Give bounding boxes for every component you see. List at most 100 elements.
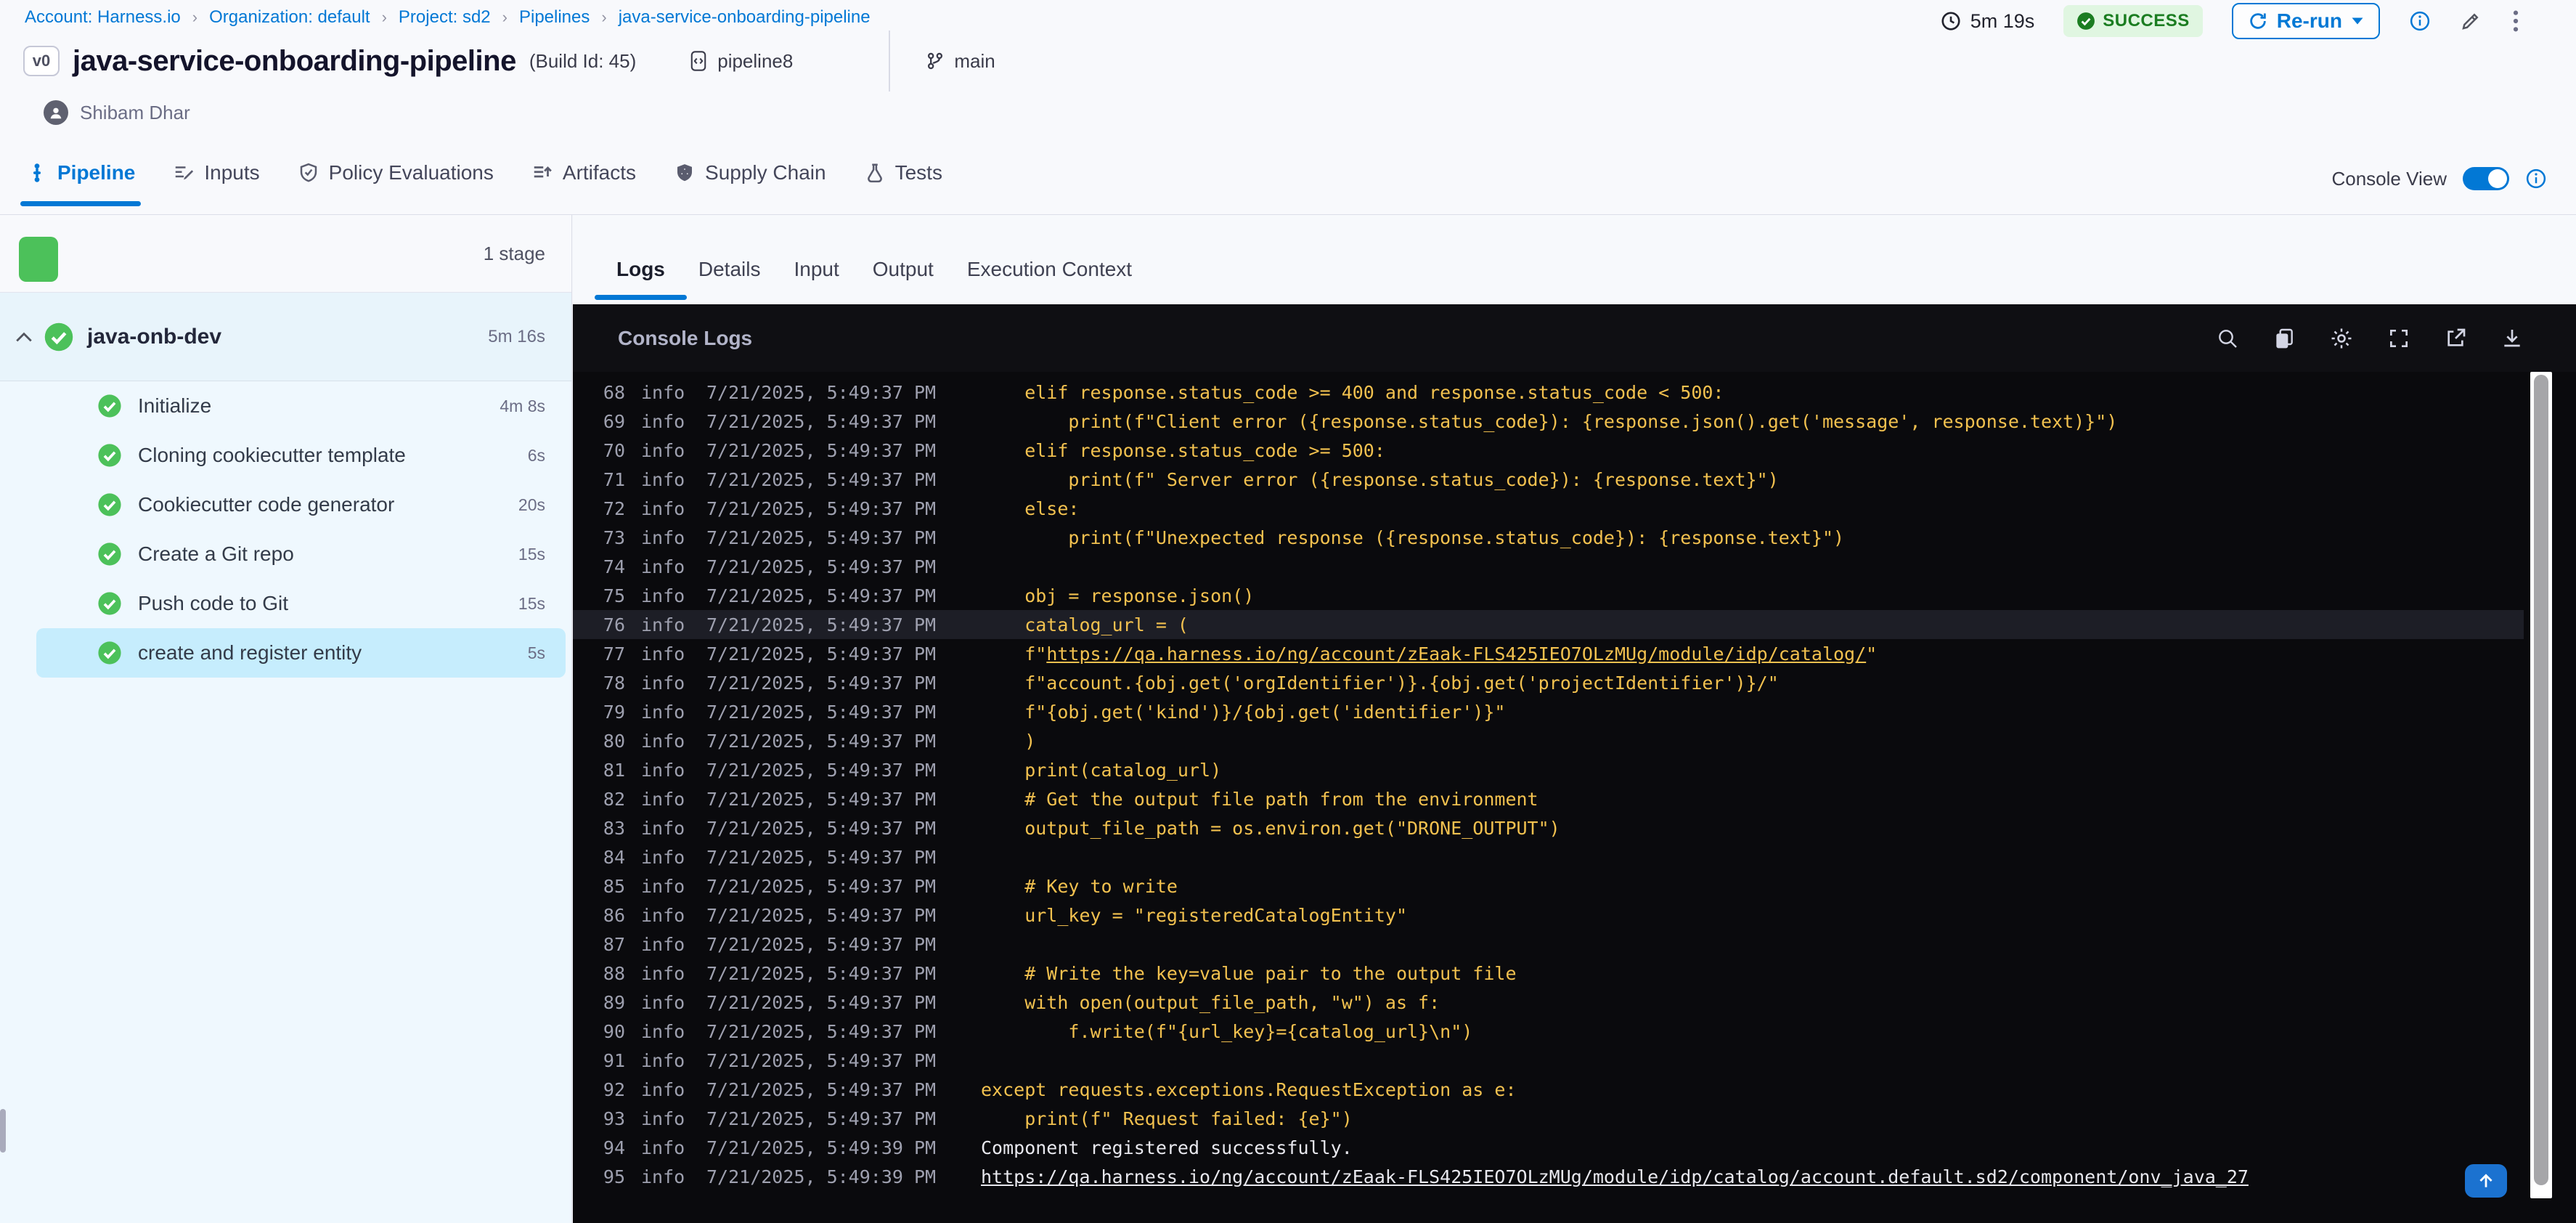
- log-level: info: [641, 759, 685, 781]
- step-row[interactable]: create and register entity 5s: [36, 628, 566, 678]
- console-view-toggle[interactable]: [2463, 167, 2509, 190]
- tab-artifacts[interactable]: Artifacts: [531, 161, 636, 184]
- detail-tab-logs[interactable]: Logs: [595, 258, 687, 304]
- stage-row[interactable]: java-onb-dev 5m 16s: [0, 293, 571, 381]
- detail-tab-input[interactable]: Input: [794, 258, 839, 304]
- log-line-number: 92: [603, 1078, 625, 1100]
- breadcrumb-item[interactable]: Project: sd2: [399, 7, 491, 28]
- log-timestamp: 7/21/2025, 5:49:37 PM: [706, 701, 937, 723]
- log-level: info: [641, 439, 685, 461]
- log-message: print(f" Server error ({response.status_…: [1068, 468, 1779, 490]
- log-level: info: [641, 1020, 685, 1042]
- breadcrumb-item[interactable]: Organization: default: [209, 7, 370, 28]
- log-line-number: 87: [603, 933, 625, 955]
- log-level: info: [641, 1108, 685, 1129]
- log-row: 95 info 7/21/2025, 5:49:39 PM https://qa.ha…: [573, 1162, 2524, 1191]
- stage-success-icon: [44, 322, 74, 352]
- info-icon[interactable]: [2409, 10, 2431, 32]
- refresh-icon: [2248, 11, 2268, 31]
- step-row[interactable]: Initialize 4m 8s: [36, 381, 566, 431]
- step-row[interactable]: Create a Git repo 15s: [36, 529, 566, 579]
- breadcrumb-item[interactable]: Account: Harness.io: [25, 7, 181, 28]
- step-list: Initialize 4m 8s Cloning cookiecutter temp…: [0, 381, 571, 1223]
- tab-pipeline[interactable]: Pipeline: [20, 161, 142, 206]
- detail-tab-output[interactable]: Output: [873, 258, 934, 304]
- branch-ref[interactable]: main: [925, 50, 995, 73]
- fullscreen-icon[interactable]: [2387, 327, 2410, 350]
- log-row: 80 info 7/21/2025, 5:49:37 PM): [573, 726, 2524, 755]
- log-level: info: [641, 962, 685, 984]
- pipeline-ref[interactable]: pipeline8: [688, 50, 793, 73]
- step-row[interactable]: Push code to Git 15s: [36, 579, 566, 628]
- search-icon[interactable]: [2216, 327, 2239, 350]
- avatar: [44, 100, 68, 125]
- step-label: Cloning cookiecutter template: [138, 444, 406, 466]
- tab-inputs[interactable]: Inputs: [173, 161, 260, 184]
- log-level: info: [641, 904, 685, 926]
- author-name: Shibam Dhar: [80, 101, 190, 123]
- log-level: info: [641, 846, 685, 868]
- log-link[interactable]: https://qa.harness.io/ng/account/zEaak-F…: [1046, 643, 1866, 665]
- breadcrumb-item[interactable]: Pipelines: [519, 7, 590, 28]
- detail-tab-details[interactable]: Details: [698, 258, 761, 304]
- chevron-up-icon[interactable]: [15, 330, 33, 344]
- step-label: Push code to Git: [138, 592, 289, 614]
- step-row[interactable]: Cookiecutter code generator 20s: [36, 480, 566, 529]
- scroll-to-top-button[interactable]: [2465, 1164, 2507, 1198]
- step-success-icon: [97, 443, 122, 468]
- step-duration: 6s: [527, 445, 545, 465]
- log-message: print(f" Request failed: {e}"): [1024, 1108, 1353, 1129]
- log-row: 89 info 7/21/2025, 5:49:37 PM with open(out…: [573, 988, 2524, 1017]
- log-timestamp: 7/21/2025, 5:49:37 PM: [706, 933, 937, 955]
- tests-icon: [864, 162, 886, 184]
- log-level: info: [641, 410, 685, 432]
- clock-icon: [1940, 10, 1962, 32]
- log-line-number: 95: [603, 1166, 625, 1187]
- rerun-label: Re-run: [2276, 9, 2342, 32]
- log-timestamp: 7/21/2025, 5:49:37 PM: [706, 439, 937, 461]
- stage-duration: 5m 16s: [488, 326, 545, 346]
- detail-tab-execution-context[interactable]: Execution Context: [967, 258, 1132, 304]
- log-scrollbar-thumb[interactable]: [2534, 375, 2548, 1185]
- pipeline-icon: [26, 162, 48, 184]
- copy-icon[interactable]: [2273, 327, 2296, 350]
- log-row: 82 info 7/21/2025, 5:49:37 PM # Get the out…: [573, 784, 2524, 813]
- log-message: print(f"Unexpected response ({response.s…: [1068, 527, 1845, 548]
- log-level: info: [641, 933, 685, 955]
- download-icon[interactable]: [2500, 327, 2524, 350]
- triggered-by: Shibam Dhar: [44, 100, 190, 125]
- step-row[interactable]: Cloning cookiecutter template 6s: [36, 431, 566, 480]
- tab-label: Supply Chain: [705, 161, 826, 184]
- tab-label: Artifacts: [562, 161, 637, 184]
- rerun-button[interactable]: Re-run: [2231, 3, 2380, 39]
- log-timestamp: 7/21/2025, 5:49:37 PM: [706, 1049, 937, 1071]
- log-row: 73 info 7/21/2025, 5:49:37 PM print(f"Unexp…: [573, 523, 2524, 552]
- log-viewer[interactable]: 68 info 7/21/2025, 5:49:37 PM elif response…: [573, 372, 2524, 1223]
- edit-pencil-icon[interactable]: [2460, 10, 2482, 32]
- toggle-knob: [2488, 169, 2507, 188]
- log-level: info: [641, 1078, 685, 1100]
- stage-minimap-square[interactable]: [19, 237, 58, 282]
- log-link[interactable]: https://qa.harness.io/ng/account/zEaak-F…: [981, 1166, 2249, 1187]
- console-view-info-icon[interactable]: [2525, 168, 2547, 190]
- log-row: 71 info 7/21/2025, 5:49:37 PM print(f" Serv…: [573, 465, 2524, 494]
- log-message: Component registered successfully.: [981, 1137, 1353, 1158]
- log-line-number: 68: [603, 381, 625, 403]
- sidebar-scrollbar[interactable]: [0, 1109, 6, 1153]
- log-line-number: 91: [603, 1049, 625, 1071]
- breadcrumb-item[interactable]: java-service-onboarding-pipeline: [619, 7, 871, 28]
- tab-supply-chain[interactable]: Supply Chain: [674, 161, 826, 184]
- log-timestamp: 7/21/2025, 5:49:39 PM: [706, 1166, 937, 1187]
- open-in-new-icon[interactable]: [2444, 327, 2467, 350]
- log-scrollbar[interactable]: [2530, 372, 2552, 1198]
- log-line-number: 83: [603, 817, 625, 839]
- kebab-menu-icon[interactable]: [2511, 9, 2521, 33]
- tab-policy-evaluations[interactable]: Policy Evaluations: [298, 161, 494, 184]
- detail-tab-bar: Logs Details Input Output Execution Context: [573, 215, 2576, 304]
- page-title: java-service-onboarding-pipeline: [73, 44, 516, 77]
- settings-gear-icon[interactable]: [2329, 326, 2354, 351]
- console-view-label: Console View: [2331, 167, 2447, 190]
- log-level: info: [641, 643, 685, 665]
- console-toolbar: [2216, 326, 2524, 351]
- tab-tests[interactable]: Tests: [864, 161, 942, 184]
